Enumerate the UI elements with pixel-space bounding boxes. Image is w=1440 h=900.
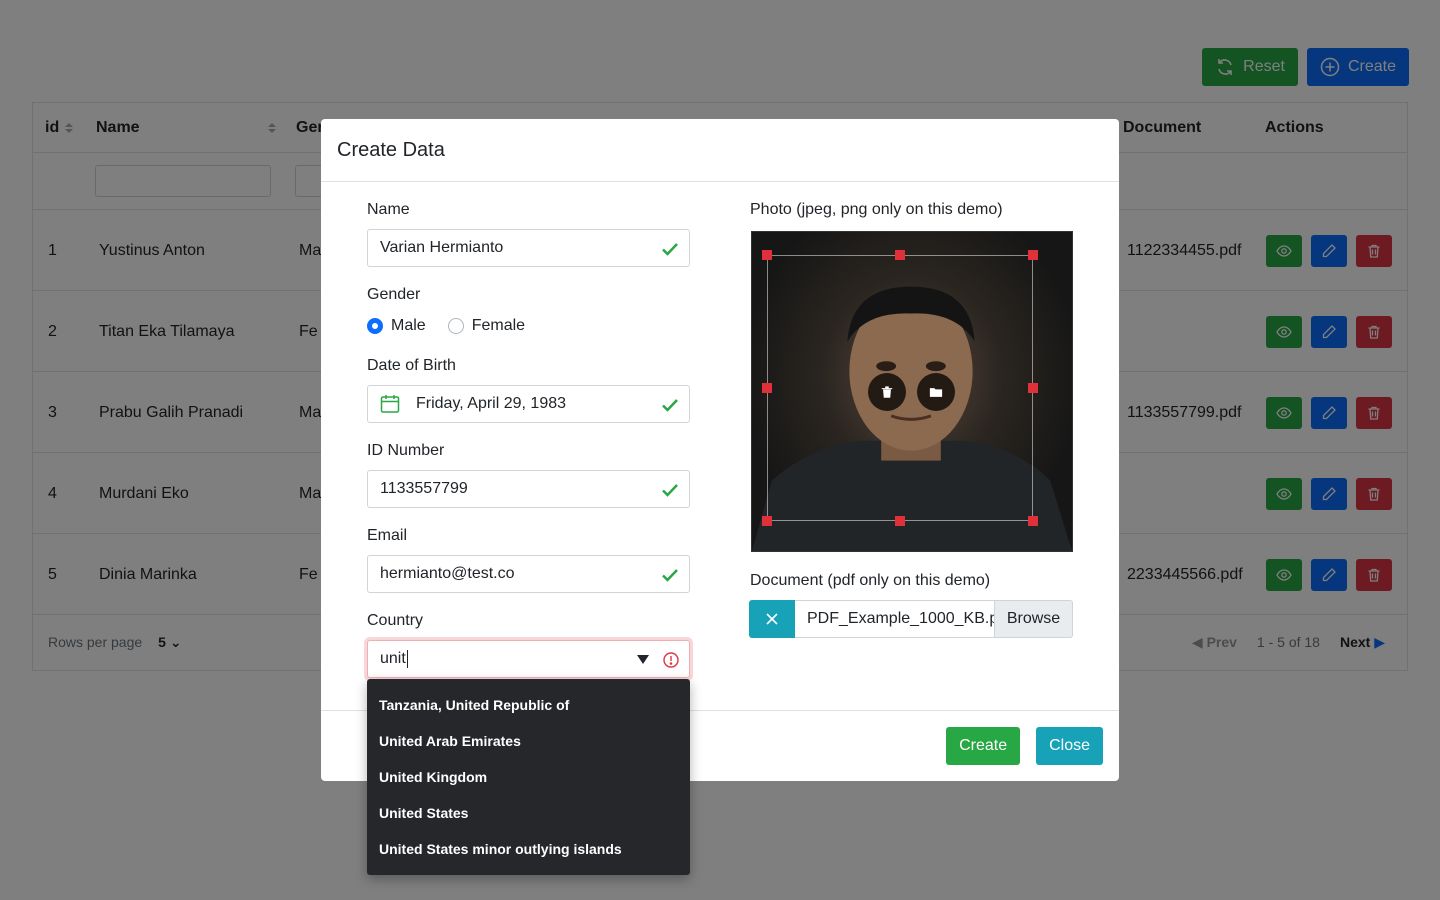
crop-handle[interactable] — [1028, 383, 1038, 393]
check-icon — [662, 243, 678, 256]
modal-header: Create Data — [321, 119, 1119, 182]
open-photo-button[interactable] — [917, 373, 955, 411]
country-input[interactable]: unit — [367, 640, 690, 678]
close-button[interactable]: Close — [1036, 727, 1103, 765]
document-file-input: PDF_Example_1000_KB.pdf Browse — [749, 600, 1073, 638]
calendar-icon — [380, 395, 400, 413]
file-name-display[interactable]: PDF_Example_1000_KB.pdf — [795, 600, 995, 638]
country-option[interactable]: United States — [367, 795, 690, 831]
photo-label: Photo (jpeg, png only on this demo) — [750, 201, 1003, 218]
name-input[interactable]: Varian Hermianto — [367, 229, 690, 267]
email-label: Email — [367, 527, 408, 544]
browse-button[interactable]: Browse — [995, 600, 1073, 638]
dropdown-caret-icon[interactable] — [637, 655, 649, 664]
crop-handle[interactable] — [762, 250, 772, 260]
trash-icon — [881, 386, 893, 398]
gender-male-label[interactable]: Male — [391, 317, 426, 335]
modal-title: Create Data — [337, 138, 445, 161]
crop-handle[interactable] — [895, 250, 905, 260]
email-input[interactable]: hermianto@test.co — [367, 555, 690, 593]
photo-cropper[interactable] — [751, 231, 1073, 552]
gender-male-radio[interactable] — [367, 318, 383, 334]
footer-buttons: Create Close — [946, 727, 1103, 765]
country-dropdown: Tanzania, United Republic of United Arab… — [367, 679, 690, 875]
country-label: Country — [367, 612, 424, 629]
gender-female-label[interactable]: Female — [472, 317, 525, 335]
remove-photo-button[interactable] — [868, 373, 906, 411]
crop-handle[interactable] — [1028, 516, 1038, 526]
check-icon — [662, 484, 678, 497]
crop-handle[interactable] — [1028, 250, 1038, 260]
dob-label: Date of Birth — [367, 357, 456, 374]
id-number-input[interactable]: 1133557799 — [367, 470, 690, 508]
gender-female-radio[interactable] — [447, 318, 464, 334]
document-label: Document (pdf only on this demo) — [750, 572, 991, 589]
crop-handle[interactable] — [762, 383, 772, 393]
country-option[interactable]: United Kingdom — [367, 759, 690, 795]
folder-icon — [929, 388, 943, 397]
name-label: Name — [367, 201, 410, 218]
error-icon — [663, 652, 679, 668]
close-icon — [766, 613, 778, 625]
crop-handle[interactable] — [895, 516, 905, 526]
gender-label: Gender — [367, 286, 421, 303]
country-option[interactable]: United States minor outlying islands — [367, 831, 690, 867]
gender-radio-group: Male Female — [367, 317, 525, 335]
check-icon — [662, 569, 678, 582]
country-option[interactable]: Tanzania, United Republic of — [367, 687, 690, 723]
country-option[interactable]: United Arab Emirates — [367, 723, 690, 759]
id-number-label: ID Number — [367, 442, 445, 459]
crop-handle[interactable] — [762, 516, 772, 526]
clear-file-button[interactable] — [749, 600, 795, 638]
dob-input[interactable]: Friday, April 29, 1983 — [367, 385, 690, 423]
create-button[interactable]: Create — [946, 727, 1021, 765]
check-icon — [662, 399, 678, 412]
text-cursor — [406, 650, 408, 668]
